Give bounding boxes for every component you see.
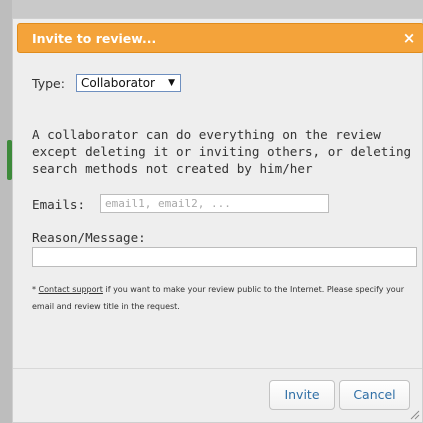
reason-label: Reason/Message: (32, 230, 146, 245)
resize-grip-icon[interactable] (410, 410, 420, 420)
footnote: * Contact support if you want to make yo… (32, 281, 423, 315)
emails-label: Emails: (32, 197, 86, 212)
background-page (0, 0, 12, 423)
dialog-titlebar[interactable]: Invite to review... × (17, 23, 423, 53)
type-selected-value: Collaborator (81, 76, 155, 90)
type-select[interactable]: Collaborator ▼ (76, 74, 181, 92)
contact-support-link[interactable]: Contact support (39, 285, 103, 294)
type-label: Type: (32, 76, 65, 91)
invite-button[interactable]: Invite (269, 380, 335, 410)
close-icon[interactable]: × (401, 29, 417, 47)
footer-divider (13, 368, 422, 369)
cancel-button[interactable]: Cancel (339, 380, 410, 410)
role-description: A collaborator can do everything on the … (32, 127, 412, 176)
invite-dialog: Invite to review... × Type: Collaborator… (12, 18, 423, 423)
emails-input[interactable] (100, 194, 329, 213)
chevron-down-icon: ▼ (168, 78, 175, 88)
dialog-title: Invite to review... (32, 31, 157, 46)
footnote-asterisk: * (32, 285, 36, 294)
reason-input[interactable] (32, 247, 417, 267)
